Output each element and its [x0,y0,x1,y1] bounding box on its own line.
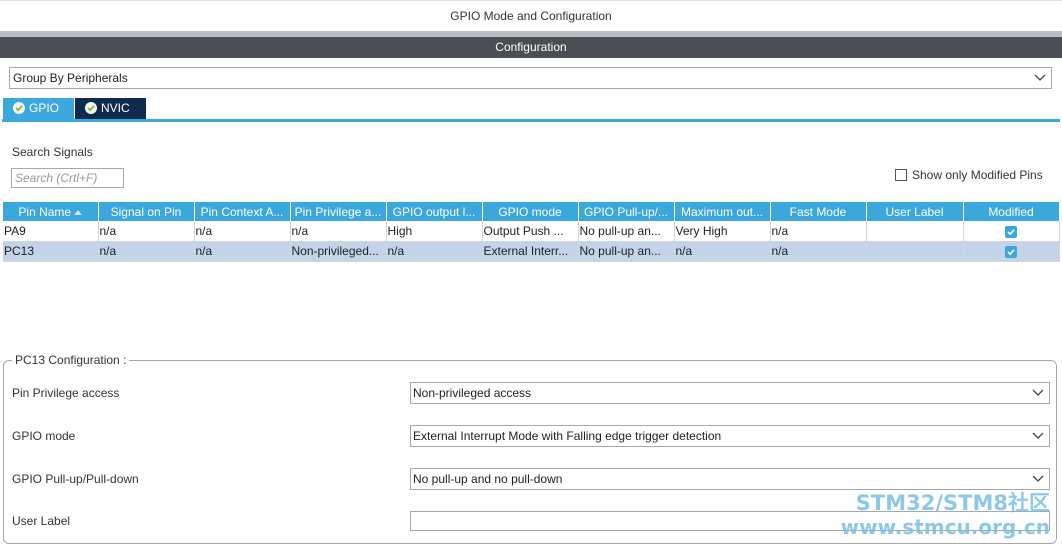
column-header-gpio-mode[interactable]: GPIO mode [482,202,579,221]
gpio-pull-select[interactable]: No pull-up and no pull-down [410,468,1050,490]
table-row[interactable]: PA9 n/a n/a n/a High Output Push ... No … [3,221,1060,242]
table-cell: High [386,221,483,242]
search-signals-label: Search Signals [12,145,93,159]
column-header-user-label[interactable]: User Label [866,202,964,221]
gpio-mode-value: External Interrupt Mode with Falling edg… [413,429,722,443]
column-header-signal-on-pin[interactable]: Signal on Pin [98,202,195,221]
table-cell: n/a [290,221,387,242]
user-label-label: User Label [12,514,71,528]
pin-privilege-label: Pin Privilege access [12,386,120,400]
column-header-modified[interactable]: Modified [963,202,1060,221]
tab-gpio[interactable]: GPIO [3,98,74,119]
table-cell: PC13 [3,241,99,262]
table-cell: Very High [674,221,771,242]
check-circle-icon [85,102,97,114]
table-cell: No pull-up an... [578,241,675,262]
modified-cell [963,221,1060,242]
chevron-down-icon [1034,74,1046,81]
watermark-line-2: www.stmcu.org.cn [840,515,1050,539]
watermark-line-1: STM32/STM8社区 [855,491,1050,515]
table-cell: External Interr... [482,241,579,262]
column-header-pin-privilege[interactable]: Pin Privilege a... [290,202,387,221]
column-header-pin-context[interactable]: Pin Context A... [194,202,291,221]
group-by-select[interactable]: Group By Peripherals [9,67,1052,89]
tab-nvic[interactable]: NVIC [75,98,146,119]
pin-privilege-value: Non-privileged access [413,386,532,400]
check-circle-icon [13,102,25,114]
column-header-pin-name[interactable]: Pin Name [3,202,99,221]
sort-ascending-icon [74,210,83,216]
table-cell: n/a [770,241,867,262]
gpio-pull-value: No pull-up and no pull-down [413,472,563,486]
modified-checkbox[interactable] [1005,225,1017,238]
table-cell: Output Push ... [482,221,579,242]
column-header-gpio-pull[interactable]: GPIO Pull-up/... [578,202,675,221]
chevron-down-icon [1032,432,1044,439]
table-cell: n/a [770,221,867,242]
tab-gpio-label: GPIO [29,101,60,115]
group-by-select-value: Group By Peripherals [13,71,128,85]
table-cell: n/a [98,221,195,242]
table-row[interactable]: PC13 n/a n/a Non-privileged... n/a Exter… [3,241,1060,262]
show-modified-label: Show only Modified Pins [912,168,1043,182]
search-signals-input[interactable] [11,168,124,188]
checkbox-box[interactable] [895,169,907,181]
table-cell: n/a [194,241,291,262]
gpio-mode-label: GPIO mode [12,429,76,443]
configuration-header: Configuration [0,37,1062,58]
gpio-mode-select[interactable]: External Interrupt Mode with Falling edg… [410,425,1050,447]
chevron-down-icon [1032,475,1044,482]
table-cell: Non-privileged... [290,241,387,262]
column-header-gpio-output-level[interactable]: GPIO output l... [386,202,483,221]
column-header-maximum-output-speed[interactable]: Maximum out... [674,202,771,221]
pin-table: Pin Name Signal on Pin Pin Context A... … [3,202,1060,262]
gpio-pull-label: GPIO Pull-up/Pull-down [12,472,139,486]
table-cell: n/a [674,241,771,262]
chevron-down-icon [1032,389,1044,396]
watermark: STM32/STM8社区 www.stmcu.org.cn [841,491,1050,539]
table-cell: n/a [386,241,483,262]
table-cell: n/a [98,241,195,262]
checkmark-icon [1007,228,1015,235]
table-cell: No pull-up an... [578,221,675,242]
table-cell: PA9 [3,221,99,242]
column-header-fast-mode[interactable]: Fast Mode [770,202,867,221]
table-cell: n/a [194,221,291,242]
tab-underline [2,119,1060,122]
checkmark-icon [1007,249,1015,256]
modified-cell [963,241,1060,262]
table-cell [866,221,964,242]
tab-nvic-label: NVIC [101,101,130,115]
table-header-row: Pin Name Signal on Pin Pin Context A... … [3,202,1060,221]
table-cell [866,241,964,262]
pin-privilege-select[interactable]: Non-privileged access [410,382,1050,404]
window-title: GPIO Mode and Configuration [0,0,1062,31]
modified-checkbox[interactable] [1005,245,1017,258]
pin-configuration-title: PC13 Configuration : [12,353,130,367]
